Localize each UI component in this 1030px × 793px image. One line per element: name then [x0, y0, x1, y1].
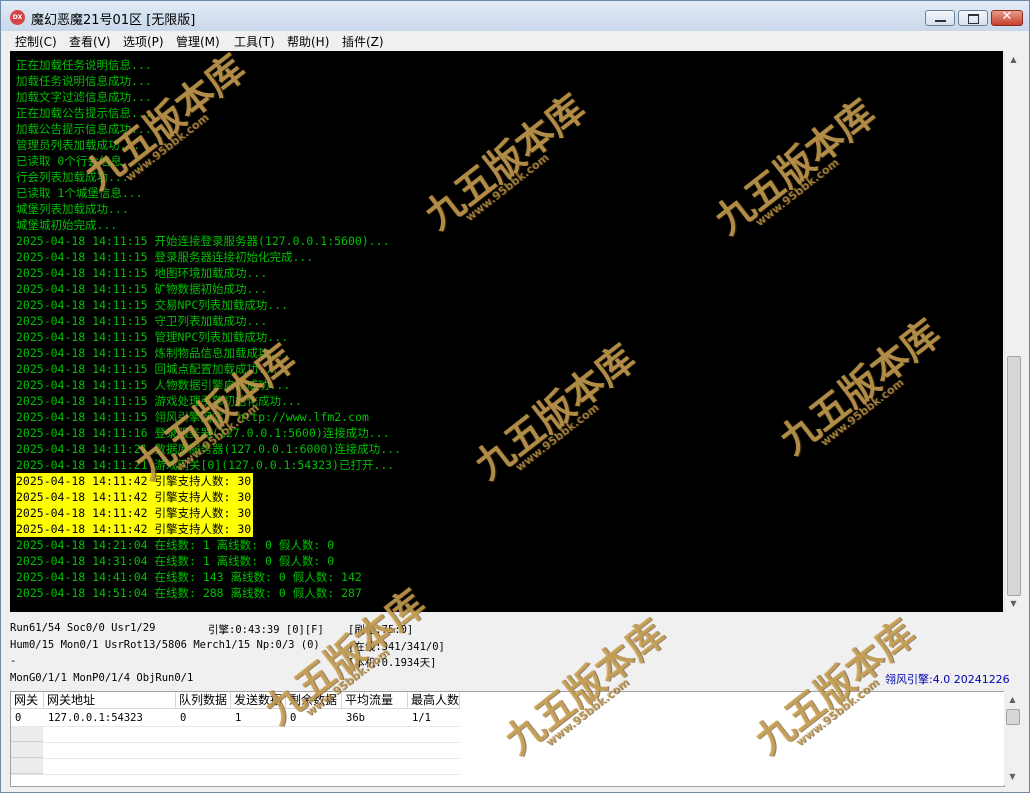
- status-mon-line: MonG0/1/1 MonP0/1/4 ObjRun0/1: [10, 672, 194, 684]
- log-line-highlighted: 2025-04-18 14:11:42 引擎支持人数: 30: [16, 473, 254, 489]
- log-line: 行会列表加载成功...: [16, 170, 129, 184]
- menu-tools[interactable]: 工具(T): [234, 33, 275, 50]
- menu-view[interactable]: 查看(V): [69, 33, 111, 50]
- col-header-remaining[interactable]: 剩余数据: [286, 692, 342, 709]
- menu-manage[interactable]: 管理(M): [176, 33, 220, 50]
- log-line: 正在加载公告提示信息...: [16, 106, 152, 120]
- scroll-down-icon[interactable]: ▼: [1005, 595, 1022, 612]
- log-line: 2025-04-18 14:11:15 人物数据引擎启动成功...: [16, 378, 291, 392]
- log-line-highlighted: 2025-04-18 14:11:42 引擎支持人数: 30: [16, 505, 254, 521]
- log-line: 已读取 0个行会信息...: [16, 154, 143, 168]
- log-line: 2025-04-18 14:11:15 回城点配置加载成功...: [16, 362, 279, 376]
- maximize-icon: [968, 14, 979, 24]
- row-divider: [11, 726, 460, 727]
- row-divider: [11, 758, 460, 759]
- scroll-down-icon[interactable]: ▼: [1004, 768, 1021, 785]
- col-header-avg-traffic[interactable]: 平均流量: [342, 692, 408, 709]
- empty-row-header: [11, 759, 43, 774]
- cell-max-users[interactable]: 1/1: [408, 710, 460, 726]
- table-scrollbar[interactable]: ▲ ▼: [1004, 691, 1021, 785]
- log-line: 加载任务说明信息成功...: [16, 74, 152, 88]
- log-line: 加载文字过滤信息成功...: [16, 90, 152, 104]
- status-hum-line: Hum0/15 Mon0/1 UsrRot13/5806 Merch1/15 N…: [10, 639, 320, 651]
- log-line: 2025-04-18 14:11:21 游戏网关[0](127.0.0.1:54…: [16, 458, 395, 472]
- col-header-gate[interactable]: 网关: [11, 692, 44, 709]
- log-panel[interactable]: 正在加载任务说明信息... 加载任务说明信息成功... 加载文字过滤信息成功..…: [10, 51, 1003, 612]
- maximize-button[interactable]: [958, 10, 988, 26]
- cell-gate[interactable]: 0: [11, 710, 44, 726]
- log-scrollbar[interactable]: ▲ ▼: [1004, 51, 1022, 612]
- engine-time: 引擎:0:43:39 [0][F]: [208, 624, 324, 636]
- log-line: 2025-04-18 14:11:15 翎风引擎网站: http://www.l…: [16, 410, 369, 424]
- log-line: 正在加载任务说明信息...: [16, 58, 152, 72]
- local-uptime-status: [本机:0.1934天]: [348, 657, 437, 669]
- row-divider: [11, 742, 460, 743]
- log-line: 2025-04-18 14:11:15 炼制物品信息加载成功...: [16, 346, 291, 360]
- cell-remaining[interactable]: 0: [286, 710, 342, 726]
- menu-plugins[interactable]: 插件(Z): [342, 33, 384, 50]
- log-line: 2025-04-18 14:51:04 在线数: 288 离线数: 0 假人数:…: [16, 586, 362, 600]
- menu-control[interactable]: 控制(C): [15, 33, 57, 50]
- menu-help[interactable]: 帮助(H): [287, 33, 329, 50]
- log-line: 2025-04-18 14:41:04 在线数: 143 离线数: 0 假人数:…: [16, 570, 362, 584]
- log-line: 2025-04-18 14:11:15 地图环境加载成功...: [16, 266, 268, 280]
- gateway-table[interactable]: 网关 网关地址 队列数据 发送数据 剩余数据 平均流量 最高人数 0 127.0…: [10, 691, 1005, 787]
- cell-avg-traffic[interactable]: 36b: [342, 710, 408, 726]
- log-line: 加载公告提示信息成功...: [16, 122, 152, 136]
- title-bar[interactable]: DX 魔幻恶魔21号01区 [无限版] ✕: [1, 1, 1029, 31]
- log-line: 2025-04-18 14:11:15 登录服务器连接初始化完成...: [16, 250, 314, 264]
- close-icon: ✕: [1001, 9, 1013, 24]
- menu-options[interactable]: 选项(P): [123, 33, 164, 50]
- scroll-thumb[interactable]: [1007, 356, 1021, 596]
- engine-version: 翎风引擎:4.0 20241226: [885, 673, 1010, 686]
- cell-queue[interactable]: 0: [176, 710, 231, 726]
- log-line: 2025-04-18 14:11:15 游戏处理引擎初始化成功...: [16, 394, 302, 408]
- col-header-max-users[interactable]: 最高人数: [408, 692, 460, 709]
- scroll-up-icon[interactable]: ▲: [1004, 691, 1021, 708]
- online-status: [在线:341/341/0]: [348, 641, 445, 653]
- log-line: 2025-04-18 14:11:15 开始连接登录服务器(127.0.0.1:…: [16, 234, 390, 248]
- scroll-thumb[interactable]: [1006, 709, 1020, 725]
- log-line: 2025-04-18 14:11:21 数据库服务器(127.0.0.1:600…: [16, 442, 402, 456]
- status-run-line: Run61/54 Soc0/0 Usr1/29: [10, 622, 156, 634]
- log-line: 2025-04-18 14:11:15 管理NPC列表加载成功...: [16, 330, 289, 344]
- app-logo-icon: DX: [10, 10, 25, 25]
- cell-sent[interactable]: 1: [231, 710, 286, 726]
- minimize-button[interactable]: [925, 10, 955, 26]
- main-window: DX 魔幻恶魔21号01区 [无限版] ✕ 控制(C) 查看(V) 选项(P) …: [0, 0, 1030, 793]
- log-line: 城堡城初始完成...: [16, 218, 118, 232]
- close-button[interactable]: ✕: [991, 9, 1023, 26]
- refresh-monster-status: [刷怪:75:0]: [348, 624, 414, 636]
- log-line: 2025-04-18 14:11:15 守卫列表加载成功...: [16, 314, 268, 328]
- menu-bar: 控制(C) 查看(V) 选项(P) 管理(M) 工具(T) 帮助(H) 插件(Z…: [1, 31, 1029, 50]
- cell-address[interactable]: 127.0.0.1:54323: [44, 710, 176, 726]
- row-divider: [11, 774, 460, 775]
- log-line: 2025-04-18 14:21:04 在线数: 1 离线数: 0 假人数: 0: [16, 538, 335, 552]
- log-line: 2025-04-18 14:11:16 登录服务器(127.0.0.1:5600…: [16, 426, 390, 440]
- col-header-sent[interactable]: 发送数据: [231, 692, 286, 709]
- empty-row-header: [11, 743, 43, 758]
- window-title: 魔幻恶魔21号01区 [无限版]: [31, 13, 196, 28]
- log-line: 已读取 1个城堡信息...: [16, 186, 143, 200]
- scroll-up-icon[interactable]: ▲: [1005, 51, 1022, 68]
- status-dash-line: -: [10, 655, 17, 667]
- log-line: 2025-04-18 14:11:15 矿物数据初始成功...: [16, 282, 268, 296]
- empty-row-header: [11, 727, 43, 742]
- log-line-highlighted: 2025-04-18 14:11:42 引擎支持人数: 30: [16, 489, 254, 505]
- col-header-queue[interactable]: 队列数据: [176, 692, 231, 709]
- log-line-highlighted: 2025-04-18 14:11:42 引擎支持人数: 30: [16, 521, 254, 537]
- minimize-icon: [935, 20, 946, 22]
- col-header-address[interactable]: 网关地址: [44, 692, 176, 709]
- log-line: 城堡列表加载成功...: [16, 202, 129, 216]
- log-line: 管理员列表加载成功...: [16, 138, 141, 152]
- log-line: 2025-04-18 14:11:15 交易NPC列表加载成功...: [16, 298, 289, 312]
- log-line: 2025-04-18 14:31:04 在线数: 1 离线数: 0 假人数: 0: [16, 554, 335, 568]
